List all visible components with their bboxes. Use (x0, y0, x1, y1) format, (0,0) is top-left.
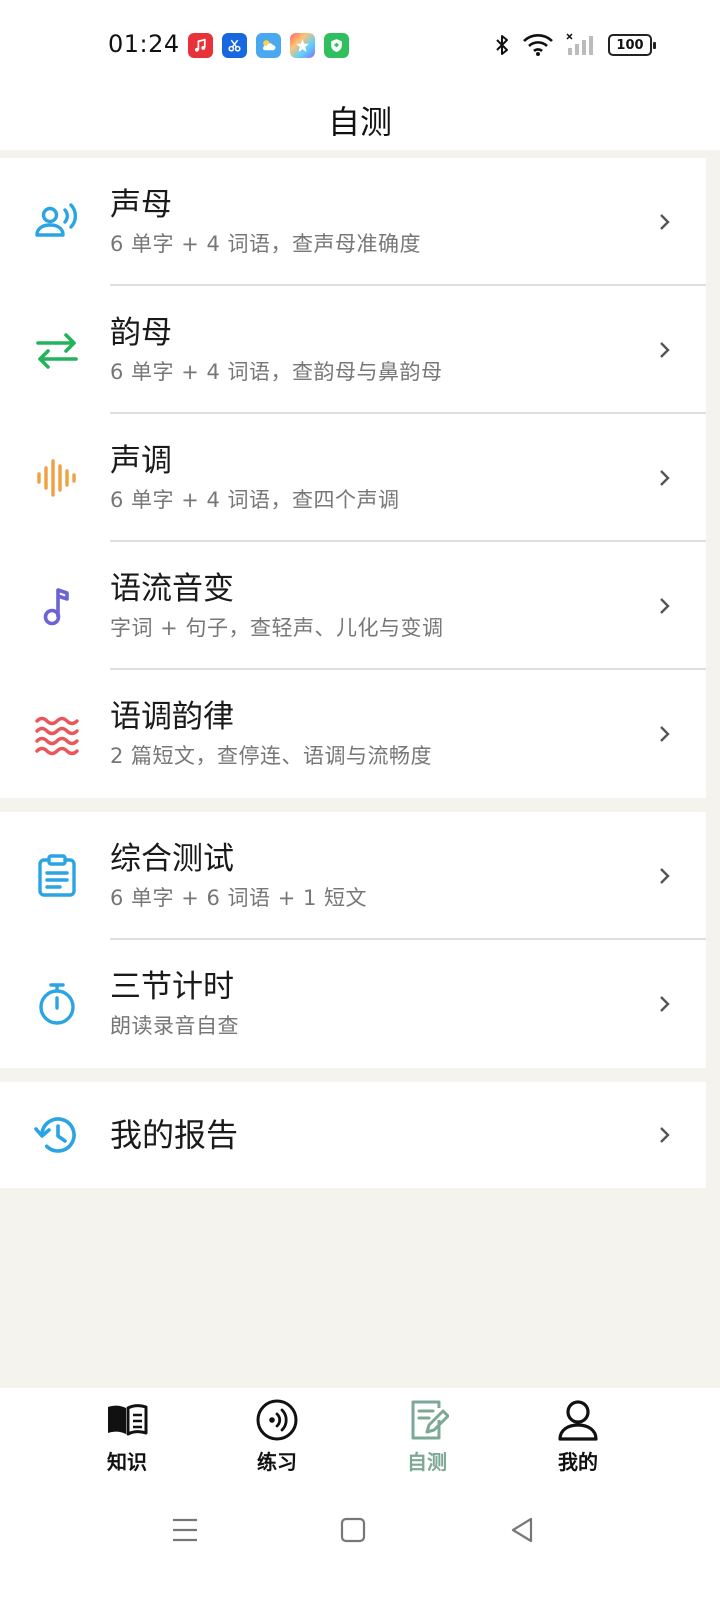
signal-icon (566, 33, 593, 55)
chevron-right-icon (660, 996, 670, 1012)
chevron-right-icon (660, 598, 670, 614)
list-item-subtitle: 6 单字 + 6 词语 + 1 短文 (110, 886, 368, 910)
waves-icon (34, 711, 80, 757)
weather-app-icon (256, 33, 281, 58)
history-icon (34, 1112, 80, 1158)
chevron-right-icon (660, 868, 670, 884)
list-item-full-test[interactable]: 综合测试 6 单字 + 6 词语 + 1 短文 (0, 812, 706, 940)
back-triangle-icon (511, 1517, 533, 1543)
home-button[interactable] (333, 1510, 373, 1550)
list-item-title: 综合测试 (110, 841, 234, 877)
recent-apps-button[interactable] (165, 1510, 205, 1550)
nav-tab-mine[interactable]: 我的 (528, 1398, 628, 1475)
list-item-subtitle: 6 单字 + 4 词语，查四个声调 (110, 488, 400, 512)
nav-tab-label: 自测 (407, 1450, 447, 1474)
chevron-right-icon (660, 726, 670, 742)
waveform-icon (34, 455, 80, 501)
clipboard-icon (34, 853, 80, 899)
menu-lines-icon (173, 1518, 197, 1542)
square-icon (340, 1517, 366, 1543)
list-item-title: 语流音变 (110, 571, 234, 607)
nav-tab-practice[interactable]: 练习 (227, 1398, 327, 1475)
list-item-title: 语调韵律 (110, 699, 234, 735)
security-app-icon (324, 33, 349, 58)
nav-tab-self-test[interactable]: 自测 (377, 1398, 477, 1475)
page-title: 自测 (327, 103, 392, 141)
music-app-icon (188, 33, 213, 58)
list-item-title: 我的报告 (110, 1116, 239, 1154)
list-item-my-report[interactable]: 我的报告 (0, 1082, 706, 1188)
chevron-right-icon (660, 214, 670, 230)
book-icon (108, 1404, 148, 1436)
chevron-right-icon (660, 470, 670, 486)
status-app-icons (188, 33, 349, 58)
list-item-finals[interactable]: 韵母 6 单字 + 4 词语，查韵母与鼻韵母 (0, 286, 706, 414)
list-item-title: 韵母 (110, 315, 172, 351)
list-item-title: 声母 (110, 187, 172, 223)
speaker-circle-icon (256, 1399, 298, 1441)
swap-arrows-icon (34, 327, 80, 373)
nav-tab-label: 我的 (558, 1450, 598, 1474)
test-group-report: 我的报告 (0, 1082, 706, 1188)
list-item-initials[interactable]: 声母 6 单字 + 4 词语，查声母准确度 (0, 158, 706, 286)
page-header: 自测 (0, 90, 720, 150)
chevron-right-icon (660, 1127, 670, 1143)
battery-indicator: 100 (608, 34, 656, 56)
list-item-subtitle: 6 单字 + 4 词语，查声母准确度 (110, 232, 422, 256)
bluetooth-icon (496, 35, 508, 55)
list-item-subtitle: 字词 + 句子，查轻声、儿化与变调 (110, 616, 444, 640)
list-item-tones[interactable]: 声调 6 单字 + 4 词语，查四个声调 (0, 414, 706, 542)
list-item-sound-change[interactable]: 语流音变 字词 + 句子，查轻声、儿化与变调 (0, 542, 706, 670)
status-bar: 01:24 100 (0, 0, 720, 90)
list-item-prosody[interactable]: 语调韵律 2 篇短文，查停连、语调与流畅度 (0, 670, 706, 798)
back-button[interactable] (502, 1510, 542, 1550)
edit-doc-icon (411, 1400, 449, 1440)
music-note-icon (34, 583, 80, 629)
list-item-title: 三节计时 (110, 969, 234, 1005)
scissors-app-icon (222, 33, 247, 58)
system-navigation-bar (0, 1488, 720, 1600)
list-item-subtitle: 朗读录音自查 (110, 1014, 239, 1038)
nav-tab-knowledge[interactable]: 知识 (77, 1398, 177, 1475)
bottom-nav: 知识 练习 自测 我的 (0, 1388, 720, 1488)
list-item-subtitle: 6 单字 + 4 词语，查韵母与鼻韵母 (110, 360, 443, 384)
test-group-comprehensive: 综合测试 6 单字 + 6 词语 + 1 短文 三节计时 朗读录音自查 (0, 812, 706, 1068)
user-icon (558, 1400, 598, 1441)
nav-tab-label: 练习 (257, 1450, 297, 1474)
photos-app-icon (290, 33, 315, 58)
nav-tab-label: 知识 (107, 1450, 147, 1474)
list-item-timer[interactable]: 三节计时 朗读录音自查 (0, 940, 706, 1068)
stopwatch-icon (34, 981, 80, 1027)
voice-icon (34, 199, 80, 245)
list-item-title: 声调 (110, 443, 172, 479)
status-time: 01:24 (108, 30, 180, 58)
status-indicators: 100 (494, 33, 656, 57)
test-group-basic: 声母 6 单字 + 4 词语，查声母准确度 韵母 6 单字 + 4 词语，查韵母… (0, 158, 706, 798)
wifi-icon (523, 34, 553, 56)
chevron-right-icon (660, 342, 670, 358)
list-item-subtitle: 2 篇短文，查停连、语调与流畅度 (110, 744, 433, 768)
